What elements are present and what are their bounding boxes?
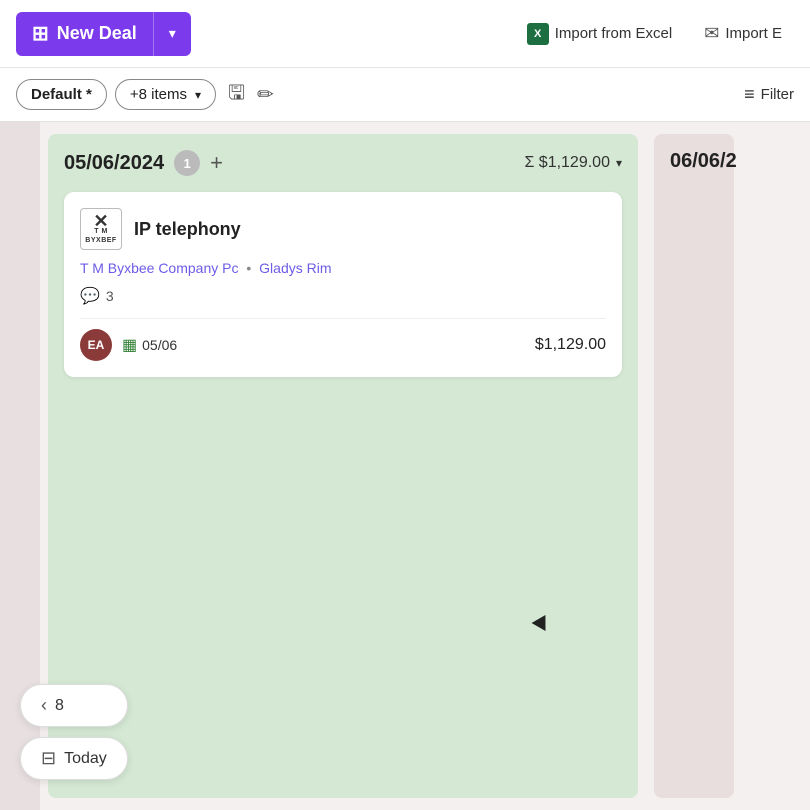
- import-excel-label: Import from Excel: [555, 25, 673, 42]
- card-bottom: EA ▦ 05/06 $1,129.00: [80, 329, 606, 361]
- column-header: 05/06/2024 1 + Σ $1,129.00 ▾: [64, 150, 622, 176]
- card-notes: 💬 3: [80, 286, 606, 306]
- column-sum[interactable]: Σ $1,129.00 ▾: [524, 154, 622, 172]
- back-button-label: 8: [55, 697, 64, 715]
- card-companies: T M Byxbee Company Pc • Gladys Rim: [80, 260, 606, 276]
- filter-icon: ≡: [744, 84, 755, 105]
- add-deal-button[interactable]: +: [210, 152, 223, 174]
- new-deal-button-group: ⊞ New Deal ▾: [16, 12, 191, 56]
- new-deal-label: New Deal: [57, 23, 137, 44]
- calendar-today-icon: ⊟: [41, 748, 56, 769]
- filter-button[interactable]: ≡ Filter: [744, 84, 794, 105]
- calendar-icon: ▦: [122, 335, 137, 355]
- edit-button[interactable]: ✏: [257, 82, 274, 107]
- save-icon: 🖫: [228, 78, 245, 112]
- default-view-label: Default *: [31, 86, 92, 103]
- chevron-left-icon: ‹: [41, 695, 47, 716]
- pencil-icon: ✏: [257, 82, 274, 107]
- email-icon: ✉: [704, 23, 719, 44]
- right-column-date: 06/06/2: [670, 150, 737, 172]
- chevron-down-icon: ▾: [195, 88, 201, 102]
- company-link-2[interactable]: Gladys Rim: [259, 260, 331, 276]
- avatar: EA: [80, 329, 112, 361]
- default-view-button[interactable]: Default *: [16, 79, 107, 110]
- column-date: 05/06/2024: [64, 152, 164, 175]
- card-date: ▦ 05/06: [122, 335, 177, 355]
- kanban-column-right-partial: 06/06/2: [654, 134, 734, 798]
- column-count: 1: [174, 150, 200, 176]
- items-label: +8 items: [130, 86, 187, 103]
- import-email-label: Import E: [725, 25, 782, 42]
- kanban-column-0: 05/06/2024 1 + Σ $1,129.00 ▾ ✕ T M BYXBE…: [48, 134, 638, 798]
- new-deal-icon: ⊞: [32, 21, 49, 46]
- logo-text: T M BYXBEF: [81, 228, 121, 245]
- card-divider: [80, 318, 606, 319]
- chevron-down-icon: ▾: [169, 25, 176, 42]
- import-excel-button[interactable]: X Import from Excel: [515, 17, 685, 51]
- avatar-initials: EA: [88, 338, 105, 352]
- import-email-button[interactable]: ✉ Import E: [692, 17, 794, 50]
- items-button[interactable]: +8 items ▾: [115, 79, 216, 110]
- company-logo: ✕ T M BYXBEF: [80, 208, 122, 250]
- filter-label: Filter: [761, 86, 794, 103]
- toolbar-icon-group: 🖫 ✏: [228, 78, 274, 112]
- back-button[interactable]: ‹ 8: [20, 684, 128, 727]
- deal-amount: $1,129.00: [535, 336, 606, 354]
- separator: •: [246, 260, 251, 276]
- sum-label: Σ $1,129.00: [524, 154, 610, 172]
- new-deal-button[interactable]: ⊞ New Deal: [16, 12, 153, 56]
- floating-buttons: ‹ 8 ⊟ Today: [20, 684, 128, 780]
- card-top: ✕ T M BYXBEF IP telephony: [80, 208, 606, 250]
- today-button[interactable]: ⊟ Today: [20, 737, 128, 780]
- main-toolbar: ⊞ New Deal ▾ X Import from Excel ✉ Impor…: [0, 0, 810, 68]
- company-link-1[interactable]: T M Byxbee Company Pc: [80, 260, 238, 276]
- today-button-label: Today: [64, 750, 107, 768]
- deal-title: IP telephony: [134, 219, 241, 240]
- excel-icon: X: [527, 23, 549, 45]
- notes-icon: 💬: [80, 286, 100, 306]
- secondary-toolbar: Default * +8 items ▾ 🖫 ✏ ≡ Filter: [0, 68, 810, 122]
- chevron-down-icon: ▾: [616, 156, 622, 170]
- save-button[interactable]: 🖫: [228, 78, 245, 112]
- notes-count: 3: [106, 288, 114, 304]
- new-deal-dropdown-button[interactable]: ▾: [153, 12, 191, 56]
- deal-date: 05/06: [142, 337, 177, 353]
- deal-card-0[interactable]: ✕ T M BYXBEF IP telephony T M Byxbee Com…: [64, 192, 622, 377]
